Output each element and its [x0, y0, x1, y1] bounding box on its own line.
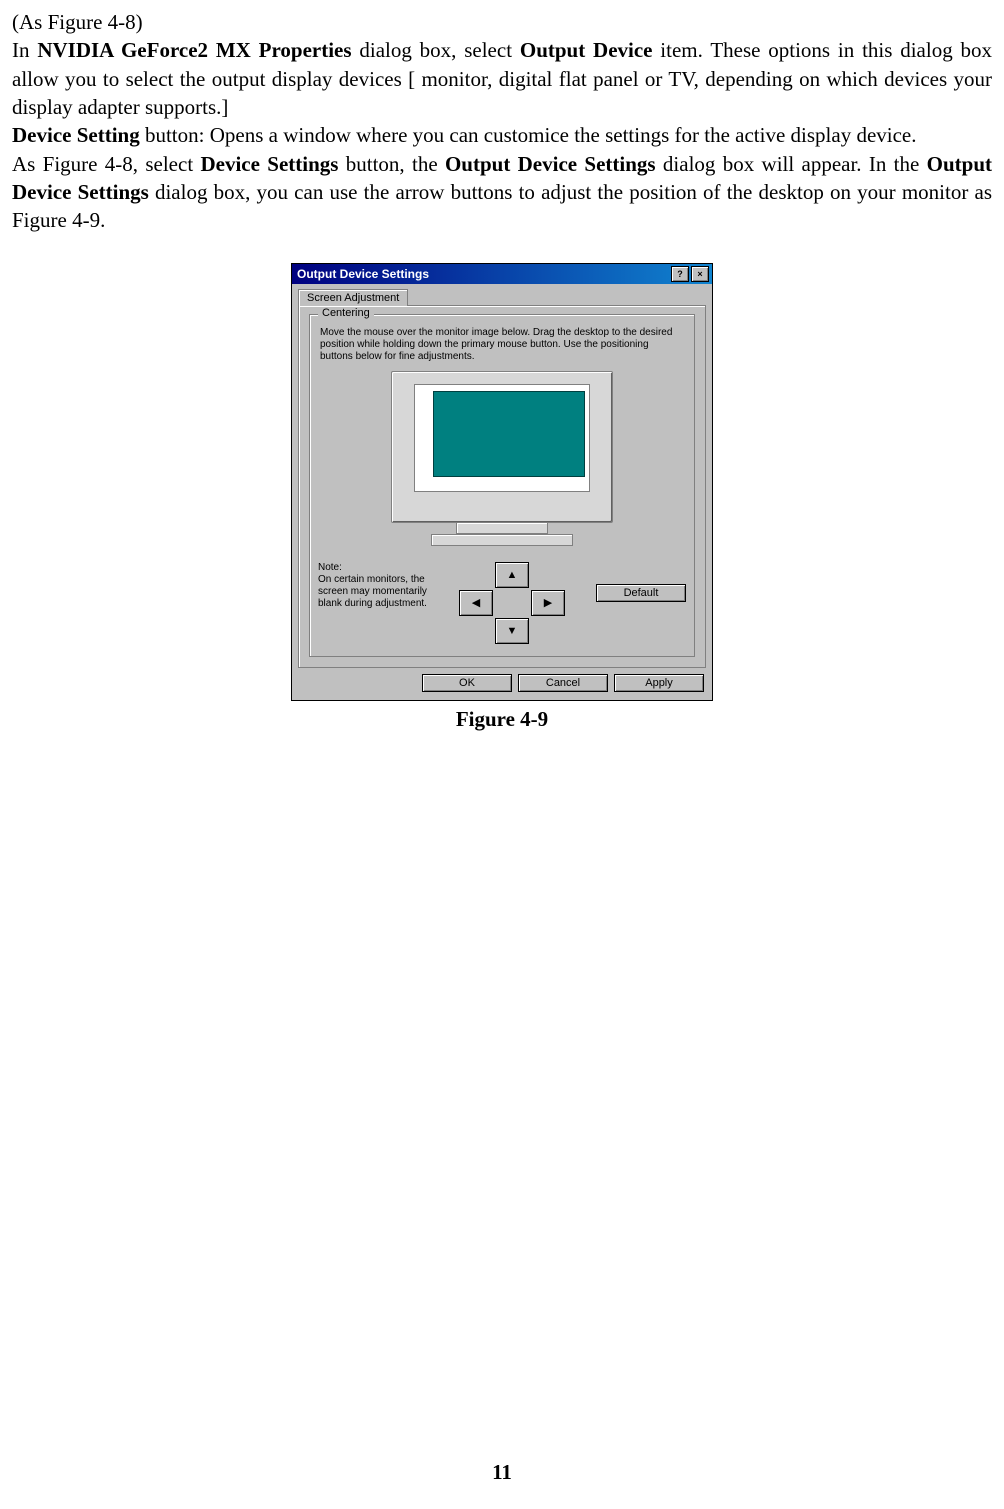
bold-text: NVIDIA GeForce2 MX Properties: [37, 38, 351, 62]
tab-strip: Screen Adjustment: [292, 284, 712, 305]
note-label: Note:: [318, 562, 438, 574]
tab-page: Centering Move the mouse over the monito…: [298, 305, 706, 668]
arrow-up-button[interactable]: ▲: [495, 562, 529, 588]
group-legend: Centering: [318, 307, 374, 319]
text: dialog box, you can use the arrow button…: [12, 180, 992, 232]
close-button[interactable]: ×: [691, 266, 709, 282]
paragraph-3: As Figure 4-8, select Device Settings bu…: [12, 150, 992, 235]
position-dpad: ▲ ◀ ▶ ▼: [452, 562, 572, 644]
monitor-base: [431, 534, 573, 546]
note-block: Note: On certain monitors, the screen ma…: [318, 562, 438, 610]
dialog-button-row: OK Cancel Apply: [292, 674, 712, 700]
output-device-settings-dialog: Output Device Settings ? × Screen Adjust…: [291, 263, 713, 701]
desktop-preview[interactable]: [433, 391, 585, 477]
monitor-stand: [456, 523, 548, 534]
ok-button[interactable]: OK: [422, 674, 512, 692]
bold-text: Device Setting: [12, 123, 140, 147]
text: dialog box, select: [352, 38, 520, 62]
page-number: 11: [0, 1460, 1004, 1485]
cancel-button[interactable]: Cancel: [518, 674, 608, 692]
arrow-down-button[interactable]: ▼: [495, 618, 529, 644]
centering-group: Centering Move the mouse over the monito…: [309, 314, 695, 657]
bold-text: Output Device Settings: [445, 152, 656, 176]
paragraph-1: In NVIDIA GeForce2 MX Properties dialog …: [12, 36, 992, 121]
note-text: On certain monitors, the screen may mome…: [318, 574, 438, 610]
apply-button[interactable]: Apply: [614, 674, 704, 692]
bold-text: Output Device: [520, 38, 653, 62]
bold-text: Device Settings: [200, 152, 338, 176]
text: In: [12, 38, 37, 62]
arrow-left-button[interactable]: ◀: [459, 590, 493, 616]
instruction-text: Move the mouse over the monitor image be…: [320, 327, 684, 363]
text: As Figure 4-8, select: [12, 152, 200, 176]
dialog-titlebar[interactable]: Output Device Settings ? ×: [292, 264, 712, 284]
monitor-screen: [414, 384, 590, 492]
default-button[interactable]: Default: [596, 584, 686, 602]
help-button[interactable]: ?: [671, 266, 689, 282]
text: button, the: [338, 152, 445, 176]
paragraph-2: Device Setting button: Opens a window wh…: [12, 121, 992, 149]
monitor-preview[interactable]: [391, 371, 613, 523]
dialog-title: Output Device Settings: [295, 267, 669, 281]
text-line: (As Figure 4-8): [12, 8, 992, 36]
text: dialog box will appear. In the: [656, 152, 927, 176]
text: button: Opens a window where you can cus…: [140, 123, 917, 147]
arrow-right-button[interactable]: ▶: [531, 590, 565, 616]
figure-caption: Figure 4-9: [12, 707, 992, 732]
tab-screen-adjustment[interactable]: Screen Adjustment: [298, 289, 408, 306]
